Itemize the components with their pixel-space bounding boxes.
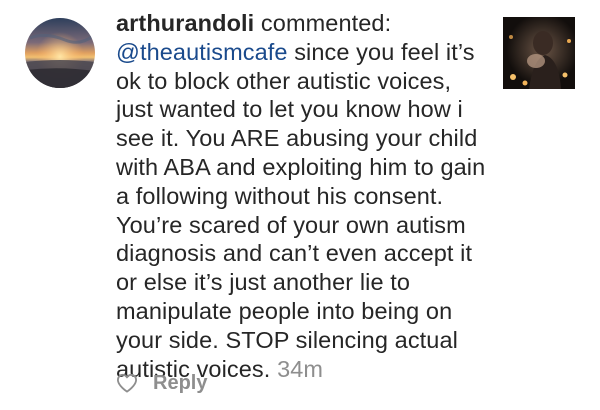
comment-action-text: commented: — [254, 10, 392, 36]
comment-username[interactable]: arthurandoli — [116, 10, 254, 36]
avatar-sunset-photo — [25, 18, 95, 88]
reply-button[interactable]: Reply — [153, 372, 207, 395]
comment-actions: Reply — [115, 369, 207, 397]
comment-mention[interactable]: @theautismcafe — [116, 39, 288, 65]
heart-outline-icon[interactable] — [115, 371, 139, 395]
user-avatar[interactable] — [25, 18, 95, 88]
comment-notification: arthurandoli commented: @theautismcafe si… — [0, 0, 600, 410]
comment-text: arthurandoli commented: @theautismcafe si… — [116, 9, 488, 383]
post-thumbnail[interactable] — [503, 17, 575, 89]
comment-body: since you feel it’s ok to block other au… — [116, 38, 486, 382]
comment-timestamp: 34m — [277, 355, 324, 382]
post-thumbnail-photo — [503, 17, 575, 89]
